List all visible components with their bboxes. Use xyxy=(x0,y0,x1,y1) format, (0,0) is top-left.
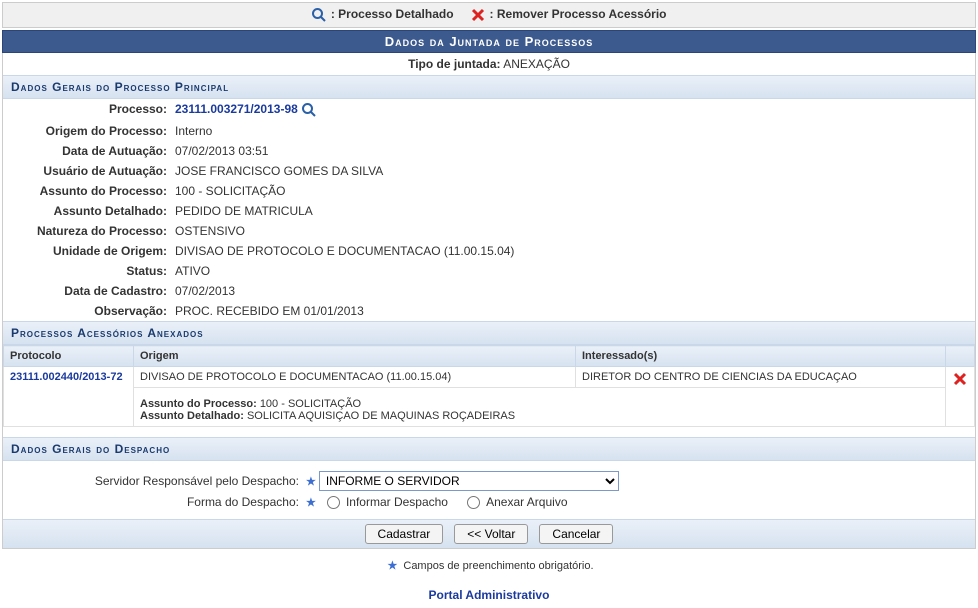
col-interessado: Interessado(s) xyxy=(576,346,946,367)
principal-details-table: Processo: 23111.003271/2013-98 Origem do… xyxy=(3,99,975,321)
voltar-button[interactable]: << Voltar xyxy=(454,524,528,544)
despacho-form: Servidor Responsável pelo Despacho: ★ IN… xyxy=(3,461,975,519)
acessorio-assunto-det-label: Assunto Detalhado: xyxy=(140,410,244,422)
main-header: Dados da Juntada de Processos xyxy=(2,30,976,53)
origem-label: Origem do Processo: xyxy=(3,121,171,141)
footer-link-row: Portal Administrativo xyxy=(0,576,978,608)
required-star-icon: ★ xyxy=(387,560,397,572)
radio-anexar[interactable] xyxy=(467,496,480,509)
natureza-label: Natureza do Processo: xyxy=(3,221,171,241)
servidor-select[interactable]: INFORME O SERVIDOR xyxy=(319,471,619,491)
close-icon xyxy=(470,7,486,23)
acessorios-table: Protocolo Origem Interessado(s) 23111.00… xyxy=(3,345,975,427)
acessorio-assunto-value: 100 - SOLICITAÇÃO xyxy=(260,398,361,410)
assunto-value: 100 - SOLICITAÇÃO xyxy=(171,181,975,201)
processo-link[interactable]: 23111.003271/2013-98 xyxy=(175,102,298,116)
natureza-value: OSTENSIVO xyxy=(171,221,975,241)
section-acessorios-title: Processos Acessórios Anexados xyxy=(3,321,975,345)
assunto-det-label: Assunto Detalhado: xyxy=(3,201,171,221)
unidade-value: DIVISAO DE PROTOCOLO E DOCUMENTACAO (11.… xyxy=(171,241,975,261)
observacao-label: Observação: xyxy=(3,301,171,321)
acessorio-assunto-det-value: SOLICITA AQUISIÇAO DE MAQUINAS ROÇADEIRA… xyxy=(247,410,515,422)
cadastrar-button[interactable]: Cadastrar xyxy=(365,524,444,544)
legend-bar: : Processo Detalhado : Remover Processo … xyxy=(2,2,976,28)
button-row: Cadastrar << Voltar Cancelar xyxy=(3,519,975,548)
assunto-label: Assunto do Processo: xyxy=(3,181,171,201)
cancelar-button[interactable]: Cancelar xyxy=(539,524,613,544)
col-actions xyxy=(946,346,975,367)
portal-administrativo-link[interactable]: Portal Administrativo xyxy=(429,588,550,602)
processo-label: Processo: xyxy=(3,99,171,121)
tipo-juntada-row: Tipo de juntada: ANEXAÇÃO xyxy=(3,53,975,75)
usuario-autuacao-label: Usuário de Autuação: xyxy=(3,161,171,181)
data-autuacao-value: 07/02/2013 03:51 xyxy=(171,141,975,161)
origem-value: Interno xyxy=(171,121,975,141)
acessorio-origem: DIVISAO DE PROTOCOLO E DOCUMENTACAO (11.… xyxy=(134,367,576,388)
col-protocolo: Protocolo xyxy=(4,346,134,367)
acessorio-interessado: DIRETOR DO CENTRO DE CIENCIAS DA EDUCAÇA… xyxy=(576,367,946,388)
assunto-det-value: PEDIDO DE MATRICULA xyxy=(171,201,975,221)
main-panel: Tipo de juntada: ANEXAÇÃO Dados Gerais d… xyxy=(2,53,976,549)
servidor-label: Servidor Responsável pelo Despacho: xyxy=(3,474,303,488)
radio-informar-label[interactable]: Informar Despacho xyxy=(346,495,448,509)
remove-acessorio-icon[interactable] xyxy=(952,371,968,387)
table-row-detail: Assunto do Processo: 100 - SOLICITAÇÃO A… xyxy=(4,388,975,427)
acessorio-assunto-label: Assunto do Processo: xyxy=(140,398,257,410)
data-autuacao-label: Data de Autuação: xyxy=(3,141,171,161)
data-cadastro-label: Data de Cadastro: xyxy=(3,281,171,301)
magnifier-icon[interactable] xyxy=(301,102,317,118)
section-despacho-title: Dados Gerais do Despacho xyxy=(3,437,975,461)
radio-informar[interactable] xyxy=(327,496,340,509)
tipo-juntada-value: ANEXAÇÃO xyxy=(503,57,570,71)
forma-label: Forma do Despacho: xyxy=(3,495,303,509)
col-origem: Origem xyxy=(134,346,576,367)
radio-anexar-label[interactable]: Anexar Arquivo xyxy=(486,495,567,509)
table-row: 23111.002440/2013-72 DIVISAO DE PROTOCOL… xyxy=(4,367,975,388)
status-label: Status: xyxy=(3,261,171,281)
legend-remove-label: : Remover Processo Acessório xyxy=(490,7,667,21)
tipo-juntada-label: Tipo de juntada: xyxy=(408,57,500,71)
data-cadastro-value: 07/02/2013 xyxy=(171,281,975,301)
status-value: ATIVO xyxy=(171,261,975,281)
section-principal-title: Dados Gerais do Processo Principal xyxy=(3,75,975,99)
acessorio-protocolo-link[interactable]: 23111.002440/2013-72 xyxy=(10,371,123,383)
legend-detail-label: : Processo Detalhado xyxy=(331,7,454,21)
unidade-label: Unidade de Origem: xyxy=(3,241,171,261)
required-star-icon: ★ xyxy=(306,496,316,509)
magnifier-icon xyxy=(311,7,327,23)
required-star-icon: ★ xyxy=(306,475,316,488)
footnote: ★ Campos de preenchimento obrigatório. xyxy=(0,555,978,576)
observacao-value: PROC. RECEBIDO EM 01/01/2013 xyxy=(171,301,975,321)
usuario-autuacao-value: JOSE FRANCISCO GOMES DA SILVA xyxy=(171,161,975,181)
